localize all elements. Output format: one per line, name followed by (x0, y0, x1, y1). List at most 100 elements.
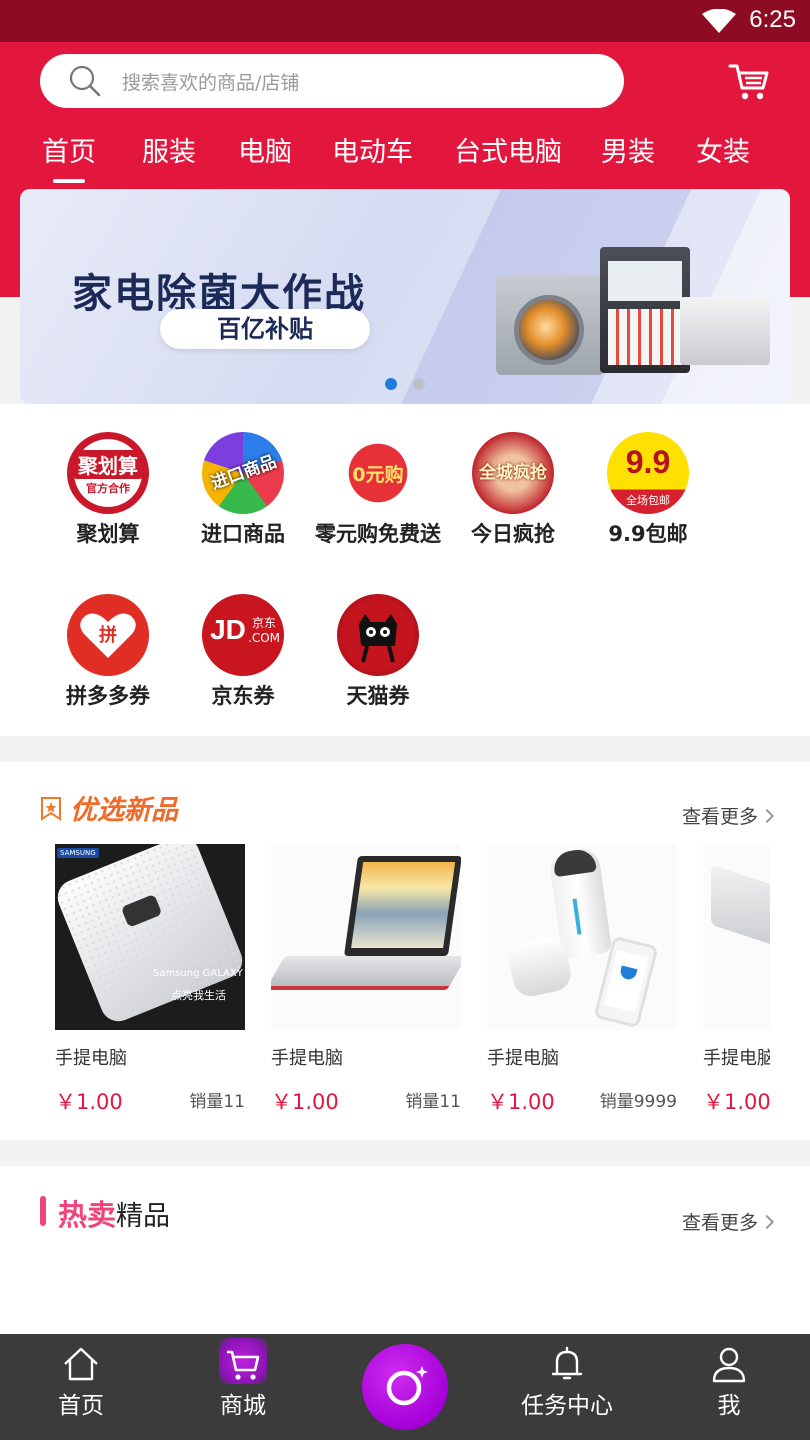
banner-pagination (20, 375, 790, 394)
tab-desktop[interactable]: 台式电脑 (454, 130, 562, 169)
category-label: 拼多多券 (66, 684, 150, 708)
category-tmall[interactable]: 天猫券 (313, 594, 443, 710)
status-bar: 6:25 (0, 0, 810, 42)
category-label: 进口商品 (201, 522, 285, 546)
product-sales: 销量11 (189, 1092, 245, 1112)
category-label: 9.9包邮 (608, 522, 688, 546)
status-time: 6:25 (749, 6, 796, 33)
tab-womenswear[interactable]: 女装 (696, 130, 750, 169)
nav-label: 商城 (220, 1393, 266, 1419)
new-picks-more-link[interactable]: 查看更多 (681, 802, 775, 829)
more-label: 查看更多 (681, 1212, 758, 1234)
jd-icon: JD 京东 .COM (202, 594, 284, 676)
category-tabs: 首页 服装 电脑 电动车 台式电脑 男装 女装 (0, 130, 810, 183)
tab-clothing[interactable]: 服装 (142, 130, 196, 169)
tmall-cat-icon (337, 594, 419, 676)
nav-home[interactable]: 首页 (21, 1334, 141, 1440)
tab-computer[interactable]: 电脑 (238, 130, 292, 169)
product-image-caption: Samsung GALAXY S5 (153, 968, 245, 979)
hot-sale-more-link[interactable]: 查看更多 (681, 1208, 775, 1235)
new-picks-title: 优选新品 (70, 795, 178, 826)
category-imported[interactable]: 进口商品 进口商品 (178, 432, 308, 548)
bottom-navigation: 首页 商城 任务中心 我 (0, 1334, 810, 1440)
search-placeholder: 搜索喜欢的商品/店铺 (122, 72, 300, 94)
product-image (487, 844, 677, 1030)
product-carousel[interactable]: SAMSUNG Samsung GALAXY S5 点亮我生活 手提电脑 ￥1.… (55, 844, 770, 1134)
category-flash-grab[interactable]: 全城疯抢 今日疯抢 (448, 432, 578, 548)
section-accent-bar (40, 1196, 46, 1226)
user-icon (712, 1347, 746, 1383)
product-card[interactable]: 手提电脑 ￥1.00 销量9999 (487, 844, 677, 1114)
wifi-icon (702, 9, 736, 33)
search-bar[interactable]: 搜索喜欢的商品/店铺 (40, 54, 624, 108)
product-price: ￥1.00 (271, 1090, 339, 1114)
nav-label: 任务中心 (521, 1393, 613, 1419)
category-label: 天猫券 (346, 684, 410, 708)
category-juhuasuan[interactable]: 聚划算 官方合作 聚划算 (43, 432, 173, 548)
pagination-dot[interactable] (413, 378, 425, 390)
category-label: 今日疯抢 (471, 522, 555, 546)
product-name: 手提电脑 (487, 1048, 559, 1069)
product-price: ￥1.00 (55, 1090, 123, 1114)
free-shipping-99-icon: 9.9 全场包邮 (607, 432, 689, 514)
product-image-caption: 点亮我生活 (171, 989, 226, 1002)
imported-goods-icon: 进口商品 (202, 432, 284, 514)
product-name: 手提电脑 (55, 1048, 127, 1069)
hot-sale-title: 热卖精品 (58, 1192, 170, 1234)
hot-sale-title-rest: 精品 (116, 1201, 171, 1232)
more-label: 查看更多 (681, 806, 758, 828)
search-icon (69, 65, 101, 97)
product-price: ￥1.00 (487, 1090, 555, 1114)
product-sales: 销量11 (405, 1092, 461, 1112)
product-image (703, 844, 770, 1030)
product-name: 手提电脑 (703, 1048, 770, 1069)
category-99-free-shipping[interactable]: 9.9 全场包邮 9.9包邮 (583, 432, 713, 548)
tab-ebike[interactable]: 电动车 (332, 130, 413, 169)
hot-sale-section: 热卖精品 查看更多 (0, 1166, 810, 1334)
camera-icon (386, 1366, 428, 1406)
nav-me[interactable]: 我 (669, 1334, 789, 1440)
pagination-dot-active[interactable] (385, 378, 397, 390)
juhuasuan-icon: 聚划算 官方合作 (67, 432, 149, 514)
product-image: SAMSUNG Samsung GALAXY S5 点亮我生活 (55, 844, 245, 1030)
app-screen: 6:25 搜索喜欢的商品/店铺 首页 服装 电脑 电动车 台式电脑 男装 女装 (0, 0, 810, 1440)
category-pinduoduo[interactable]: 拼 拼多多券 (43, 594, 173, 710)
product-card[interactable]: 手提电脑 ￥1.00 (703, 844, 770, 1114)
category-label: 零元购免费送 (315, 522, 441, 546)
new-picks-section: 优选新品 查看更多 SAMSUNG Samsung GALAXY S5 点亮我生… (0, 762, 810, 1140)
product-card[interactable]: 手提电脑 ￥1.00 销量11 (271, 844, 461, 1114)
promo-banner[interactable]: 家电除菌大作战 百亿补贴 (20, 189, 790, 404)
dishwasher-image (680, 297, 770, 365)
tab-home[interactable]: 首页 (42, 130, 96, 183)
washing-machine-image (496, 275, 604, 375)
category-label: 聚划算 (76, 522, 140, 546)
tab-menswear[interactable]: 男装 (601, 130, 655, 169)
product-name: 手提电脑 (271, 1048, 343, 1069)
banner-subline: 百亿补贴 (160, 309, 370, 349)
zero-yuan-icon: 0元购 (337, 432, 419, 514)
category-grid: 聚划算 官方合作 聚划算 进口商品 进口商品 0元购 零元购免费送 全城疯抢 今… (0, 404, 810, 736)
brand-badge: SAMSUNG (57, 848, 99, 858)
category-zero-yuan[interactable]: 0元购 零元购免费送 (313, 432, 443, 548)
flash-grab-icon: 全城疯抢 (472, 432, 554, 514)
chevron-right-icon (759, 1214, 775, 1230)
bookmark-star-icon (41, 797, 61, 821)
product-image (271, 844, 461, 1030)
nav-label: 我 (717, 1393, 741, 1419)
cart-icon (227, 1350, 260, 1380)
cart-icon[interactable] (728, 62, 770, 102)
category-jd[interactable]: JD 京东 .COM 京东券 (178, 594, 308, 710)
product-price: ￥1.00 (703, 1090, 770, 1114)
pinduoduo-icon: 拼 (67, 594, 149, 676)
nav-task-center[interactable]: 任务中心 (507, 1334, 627, 1440)
camera-button[interactable] (362, 1344, 448, 1430)
nav-mall[interactable]: 商城 (183, 1334, 303, 1440)
hot-sale-title-accent: 热卖 (58, 1198, 117, 1232)
home-icon (64, 1347, 98, 1381)
svg-text:拼: 拼 (99, 624, 117, 646)
nav-label: 首页 (58, 1393, 104, 1419)
sterilizer-cabinet-image (600, 247, 690, 373)
chevron-right-icon (759, 808, 775, 824)
product-sales: 销量9999 (599, 1092, 677, 1112)
product-card[interactable]: SAMSUNG Samsung GALAXY S5 点亮我生活 手提电脑 ￥1.… (55, 844, 245, 1114)
